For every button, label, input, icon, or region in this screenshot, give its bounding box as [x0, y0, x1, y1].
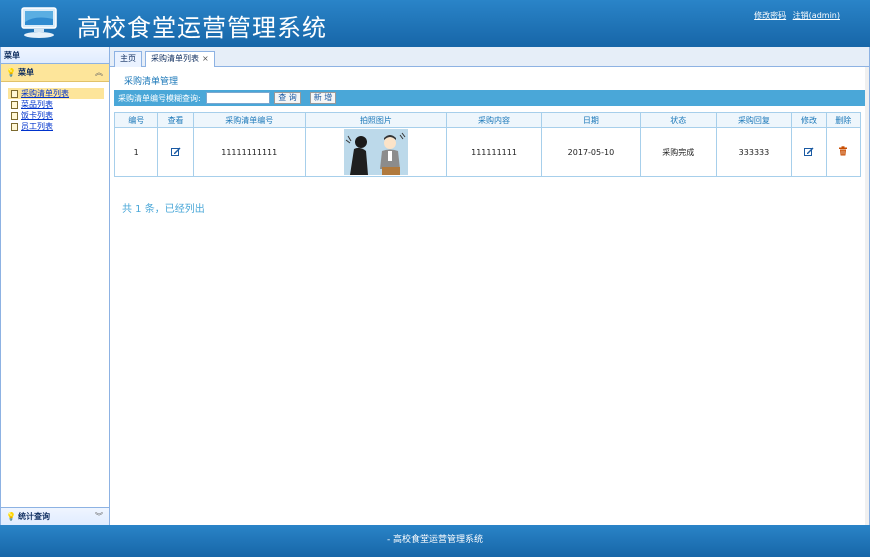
expand-down-icon[interactable]: ︾ [95, 508, 103, 526]
table-row: 1 11111111111 111111111 2017-05-10 采购完成 … [113, 127, 862, 177]
document-icon [11, 100, 18, 109]
app-footer: - 高校食堂运营管理系统 [0, 525, 870, 557]
cell-content: 111111111 [446, 127, 542, 177]
document-icon [11, 89, 18, 98]
purchase-table: 编号 查看 采购清单编号 拍照图片 采购内容 日期 状态 采购回复 修改 删除 … [113, 112, 862, 177]
main-area: 主页 采购清单列表 × 采购清单管理 采购清单编号模糊查询: 查 询 新 增 编号… [110, 47, 870, 525]
stats-panel-title: 统计查询 [17, 512, 50, 521]
document-icon [11, 111, 18, 120]
column-header: 采购内容 [446, 112, 542, 128]
tab-label: 主页 [120, 54, 136, 63]
edit-icon[interactable] [803, 147, 814, 156]
sidebar-item-meal-card-list[interactable]: 饭卡列表 [8, 110, 104, 121]
close-icon[interactable]: × [202, 54, 209, 63]
page-title: 采购清单管理 [124, 77, 179, 87]
column-header: 查看 [157, 112, 194, 128]
column-header: 采购清单编号 [192, 112, 306, 128]
sidebar-item-purchase-list[interactable]: 采购清单列表 [8, 88, 104, 99]
sidebar-item-label[interactable]: 采购清单列表 [21, 88, 69, 99]
cell-photo [304, 127, 448, 177]
search-bar: 采购清单编号模糊查询: 查 询 新 增 [114, 90, 865, 106]
cell-date: 2017-05-10 [540, 127, 641, 177]
cell-delete [825, 127, 862, 177]
column-header: 编号 [113, 112, 159, 128]
search-label: 采购清单编号模糊查询: [118, 94, 201, 103]
lightbulb-icon: 💡 [6, 512, 16, 521]
column-header: 状态 [639, 112, 717, 128]
tab-purchase-list[interactable]: 采购清单列表 × [145, 51, 215, 68]
computer-logo-icon [21, 7, 57, 38]
view-icon[interactable] [170, 147, 181, 156]
result-summary: 共 1 条，已经列出 [122, 204, 205, 215]
sidebar-item-label[interactable]: 饭卡列表 [21, 110, 53, 121]
column-header: 修改 [791, 112, 827, 128]
lightbulb-icon: 💡 [6, 68, 16, 77]
search-input[interactable] [206, 92, 270, 104]
sidebar-item-label[interactable]: 员工列表 [21, 121, 53, 132]
change-password-link[interactable]: 修改密码 [754, 11, 786, 20]
logout-link[interactable]: 注销(admin) [793, 11, 840, 20]
header-links: 修改密码 注销(admin) [754, 10, 840, 21]
vertical-scrollbar[interactable] [865, 67, 869, 525]
sidebar-item-dish-list[interactable]: 菜品列表 [8, 99, 104, 110]
table-header-row: 编号 查看 采购清单编号 拍照图片 采购内容 日期 状态 采购回复 修改 删除 [113, 112, 862, 128]
document-icon [11, 122, 18, 131]
tab-home[interactable]: 主页 [114, 51, 142, 67]
query-button[interactable]: 查 询 [274, 92, 301, 104]
trash-icon[interactable] [838, 146, 848, 156]
column-header: 拍照图片 [304, 112, 448, 128]
tab-bar: 主页 采购清单列表 × [110, 47, 869, 68]
cell-code: 11111111111 [192, 127, 306, 177]
stats-panel-header[interactable]: 💡 统计查询 ︾ [1, 507, 109, 525]
sidebar-item-staff-list[interactable]: 员工列表 [8, 121, 104, 132]
cell-view [157, 127, 194, 177]
sidebar: 菜单 💡 菜单 ︽ 采购清单列表 菜品列表 饭卡列表 员工列表 💡 统计查询 ︾ [0, 47, 110, 525]
menu-panel-title: 菜单 [17, 68, 34, 77]
app-title: 高校食堂运营管理系统 [77, 14, 327, 42]
app-header: 高校食堂运营管理系统 修改密码 注销(admin) [0, 0, 870, 47]
cell-status: 采购完成 [639, 127, 717, 177]
content-panel: 采购清单管理 采购清单编号模糊查询: 查 询 新 增 编号 查看 采购清单编号 … [110, 67, 868, 525]
menu-panel-header[interactable]: 💡 菜单 ︽ [1, 64, 109, 82]
sidebar-nav: 采购清单列表 菜品列表 饭卡列表 员工列表 [1, 82, 109, 132]
sidebar-item-label[interactable]: 菜品列表 [21, 99, 53, 110]
column-header: 日期 [540, 112, 641, 128]
add-button[interactable]: 新 增 [310, 92, 336, 104]
cell-reply: 333333 [715, 127, 793, 177]
column-header: 采购回复 [715, 112, 793, 128]
tab-label: 采购清单列表 [151, 54, 199, 63]
column-header: 删除 [825, 112, 862, 128]
photo-thumbnail[interactable] [343, 129, 408, 175]
sidebar-title: 菜单 [1, 47, 109, 64]
cell-edit [791, 127, 827, 177]
collapse-up-icon[interactable]: ︽ [95, 64, 103, 82]
cell-id: 1 [113, 127, 159, 177]
